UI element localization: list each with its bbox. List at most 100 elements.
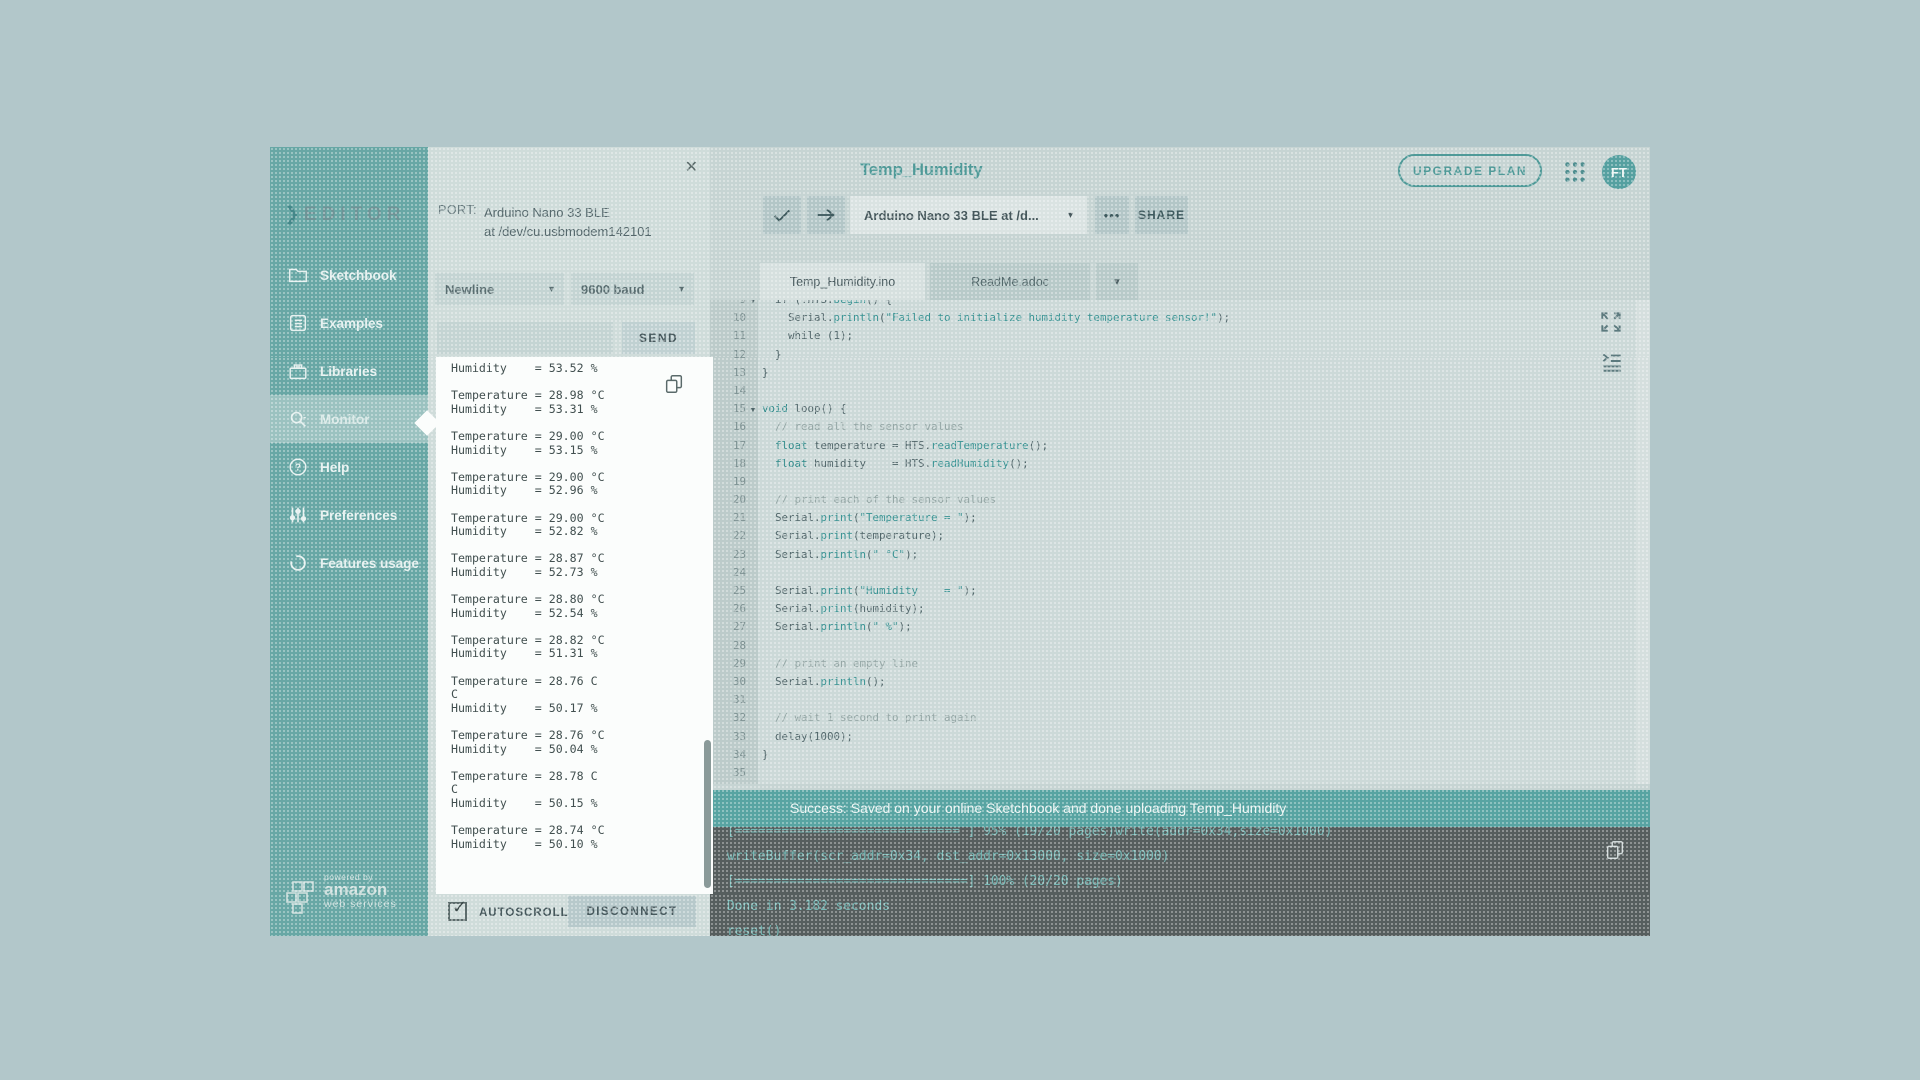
sidebar-item-libraries[interactable]: Libraries (270, 347, 428, 395)
code-line: 31 (710, 691, 1638, 709)
tab-temp-humidity-ino[interactable]: Temp_Humidity.ino (760, 263, 925, 300)
monitor-output-line: Humidity = 52.82 % (451, 525, 713, 539)
scrollbar-thumb[interactable] (704, 740, 711, 888)
sidebar-item-features-usage[interactable]: Features usage (270, 539, 428, 587)
monitor-output-line: Humidity = 52.96 % (451, 484, 713, 498)
baud-rate-select[interactable]: 9600 baud ▾ (571, 273, 694, 305)
code-line: 26 Serial.print(humidity); (710, 600, 1638, 618)
arduino-editor-window: ❯EDITOR SketchbookExamplesLibrariesMonit… (270, 147, 1650, 936)
console-toggle-icon[interactable] (1599, 349, 1625, 373)
code-line: 9▼ if (!HTS.begin() { (710, 300, 1638, 309)
monitor-output-line: C (451, 783, 713, 797)
tab-readme-adoc[interactable]: ReadMe.adoc (930, 263, 1090, 300)
upload-button[interactable] (807, 196, 845, 234)
sidebar-item-help[interactable]: ?Help (270, 443, 428, 491)
board-selector[interactable]: Arduino Nano 33 BLE at /d... ▾ (850, 196, 1087, 234)
monitor-output-line (451, 416, 713, 430)
monitor-output-line: Temperature = 29.00 °C (451, 512, 713, 526)
monitor-output-line: Temperature = 28.80 °C (451, 593, 713, 607)
close-icon[interactable]: ✕ (685, 157, 698, 177)
checkmark-icon (771, 204, 793, 226)
monitor-output-line: Temperature = 29.00 °C (451, 430, 713, 444)
code-line: 17 float temperature = HTS.readTemperatu… (710, 437, 1638, 455)
baud-rate-value: 9600 baud (581, 282, 645, 297)
sidebar: ❯EDITOR SketchbookExamplesLibrariesMonit… (270, 147, 428, 936)
line-number: 26 (710, 600, 746, 618)
serial-monitor-panel: ✕ PORT: Arduino Nano 33 BLE at /dev/cu.u… (428, 147, 710, 936)
monitor-output[interactable]: Humidity = 53.52 % Temperature = 28.98 °… (436, 357, 713, 894)
share-button[interactable]: SHARE (1135, 196, 1188, 234)
tab-list-chevron-icon[interactable]: ▾ (1096, 263, 1138, 300)
monitor-output-line: Humidity = 52.54 % (451, 607, 713, 621)
code-line: 34} (710, 746, 1638, 764)
port-name: Arduino Nano 33 BLE (484, 203, 652, 222)
more-options-button[interactable]: ••• (1095, 196, 1129, 234)
monitor-output-line (451, 498, 713, 512)
console-line: reset() (727, 919, 1650, 936)
send-button[interactable]: SEND (622, 322, 695, 354)
libraries-icon (287, 360, 309, 382)
autoscroll-checkbox[interactable]: ✓ (448, 902, 467, 921)
monitor-output-line (451, 539, 713, 553)
line-number: 11 (710, 327, 746, 345)
monitor-output-line (451, 620, 713, 634)
code-line: 20 // print each of the sensor values (710, 491, 1638, 509)
help-icon: ? (287, 456, 309, 478)
folder-icon (287, 264, 309, 286)
examples-icon (287, 312, 309, 334)
sidebar-item-examples[interactable]: Examples (270, 299, 428, 347)
sidebar-item-label: Features usage (320, 556, 419, 571)
code-line: 14 (710, 382, 1638, 400)
code-line: 25 Serial.print("Humidity = "); (710, 582, 1638, 600)
line-number: 27 (710, 618, 746, 636)
code-line: 32 // wait 1 second to print again (710, 709, 1638, 727)
monitor-output-line: Humidity = 50.17 % (451, 702, 713, 716)
chevron-down-icon: ▾ (549, 284, 554, 295)
code-line: 35 (710, 764, 1638, 782)
editor-logo-text: EDITOR (304, 204, 405, 225)
line-ending-select[interactable]: Newline ▾ (435, 273, 564, 305)
code-line: 13} (710, 364, 1638, 382)
aws-logo: powered by amazon web services (286, 872, 397, 920)
line-number: 32 (710, 709, 746, 727)
copy-icon[interactable] (663, 373, 685, 395)
check-icon: ✓ (452, 897, 467, 918)
aws-brand: amazon (324, 882, 397, 898)
aws-cubes-icon (286, 880, 320, 920)
upgrade-plan-button[interactable]: UPGRADE PLAN (1398, 154, 1542, 187)
apps-grid-icon[interactable] (1562, 159, 1588, 185)
console-line: [============================= ] 95% (19… (727, 827, 1650, 844)
line-number: 16 (710, 418, 746, 436)
monitor-message-input[interactable] (437, 322, 613, 354)
line-number: 28 (710, 637, 746, 655)
line-number: 25 (710, 582, 746, 600)
line-number: 9 (710, 300, 746, 309)
code-line: 19 (710, 473, 1638, 491)
monitor-output-line: Temperature = 28.76 °C (451, 729, 713, 743)
disconnect-button[interactable]: DISCONNECT (568, 896, 696, 927)
monitor-footer: ✓ AUTOSCROLL DISCONNECT (428, 894, 710, 936)
code-line: 28 (710, 637, 1638, 655)
avatar[interactable]: FT (1602, 155, 1636, 189)
code-editor[interactable]: 9▼ if (!HTS.begin() {10 Serial.println("… (710, 300, 1638, 784)
monitor-output-line: Humidity = 52.73 % (451, 566, 713, 580)
sidebar-item-label: Libraries (320, 364, 377, 379)
fullscreen-icon[interactable] (1598, 309, 1624, 335)
sidebar-item-label: Sketchbook (320, 268, 397, 283)
line-number: 21 (710, 509, 746, 527)
line-number: 10 (710, 309, 746, 327)
sidebar-item-preferences[interactable]: Preferences (270, 491, 428, 539)
monitor-output-line: Humidity = 51.31 % (451, 647, 713, 661)
copy-icon[interactable] (1604, 839, 1626, 861)
line-number: 20 (710, 491, 746, 509)
editor-scrollbar[interactable] (1636, 300, 1650, 784)
sidebar-item-monitor[interactable]: Monitor (270, 395, 428, 443)
verify-button[interactable] (763, 196, 801, 234)
sidebar-item-sketchbook[interactable]: Sketchbook (270, 251, 428, 299)
code-line: 24 (710, 564, 1638, 582)
console-output[interactable]: [============================= ] 95% (19… (710, 827, 1650, 936)
line-number: 22 (710, 527, 746, 545)
monitor-output-line (451, 811, 713, 825)
monitor-output-line: Temperature = 29.00 °C (451, 471, 713, 485)
code-line: 10 Serial.println("Failed to initialize … (710, 309, 1638, 327)
